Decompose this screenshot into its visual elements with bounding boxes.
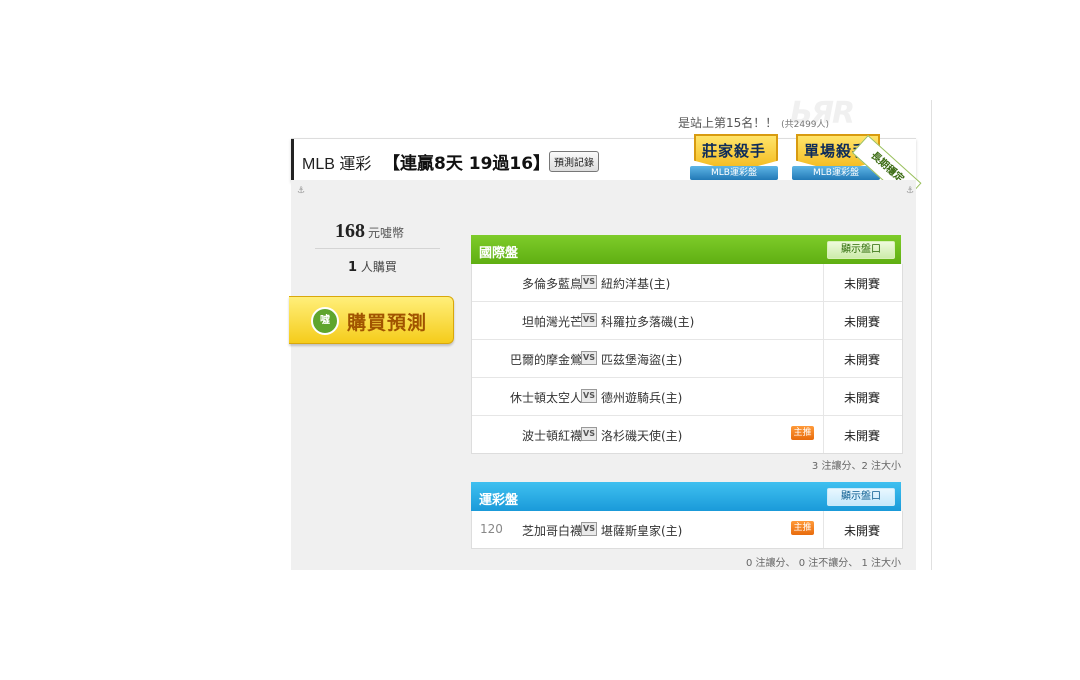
- rank-label: 是站上第15名！！: [678, 116, 778, 130]
- pin-icon: ⚓: [297, 186, 306, 196]
- badge-name: 莊家殺手: [701, 142, 766, 160]
- price-amount: 168: [335, 220, 365, 242]
- home-team: 堪薩斯皇家(主): [601, 524, 683, 538]
- home-team: 德州遊騎兵(主): [601, 391, 683, 405]
- featured-tag: 主推: [791, 426, 814, 440]
- table-row: 120 芝加哥白襪 VS 堪薩斯皇家(主) 主推 未開賽: [472, 511, 902, 548]
- header-accent: [291, 139, 294, 181]
- buyer-number: 1: [348, 260, 358, 275]
- vs-badge: VS: [581, 313, 597, 327]
- home-team: 洛杉磯天使(主): [601, 429, 683, 443]
- home-team: 紐約洋基(主): [601, 277, 671, 291]
- table-row: 多倫多藍鳥 VS 紐約洋基(主) 未開賽: [472, 264, 902, 301]
- away-team: 休士頓太空人: [509, 391, 582, 405]
- featured-tag: 主推: [791, 521, 814, 535]
- section-header-international: 國際盤 顯示盤口: [471, 235, 901, 264]
- buy-prediction-label: 購買預測: [347, 312, 428, 334]
- status-cell: 未開賽: [823, 264, 903, 301]
- coin-icon: 噓: [311, 307, 339, 335]
- table-row: 巴爾的摩金鶯 VS 匹茲堡海盜(主) 未開賽: [472, 339, 902, 377]
- away-team: 坦帕灣光芒: [521, 315, 582, 329]
- buyer-label: 人購買: [360, 260, 397, 274]
- away-team: 波士頓紅襪: [521, 429, 582, 443]
- away-team: 多倫多藍鳥: [521, 277, 582, 291]
- show-odds-button[interactable]: 顯示盤口: [827, 241, 895, 259]
- buyer-count: 1 人購買: [348, 258, 397, 275]
- table-row: 坦帕灣光芒 VS 科羅拉多落磯(主) 未開賽: [472, 301, 902, 339]
- price-unit: 元噓幣: [368, 226, 405, 240]
- game-status: 未開賽: [844, 277, 881, 291]
- away-team: 巴爾的摩金鶯: [509, 353, 582, 367]
- show-odds-button[interactable]: 顯示盤口: [827, 488, 895, 506]
- win-record: 【連贏8天 19過16】: [383, 154, 551, 174]
- away-team: 芝加哥白襪: [521, 524, 582, 538]
- table-row: 波士頓紅襪 VS 洛杉磯天使(主) 主推 未開賽: [472, 415, 902, 453]
- pin-icon: ⚓: [906, 186, 915, 196]
- price: 168 元噓幣: [335, 220, 415, 243]
- buy-prediction-button[interactable]: 噓 購買預測: [289, 296, 454, 344]
- rank-total: (共2499人): [781, 120, 830, 130]
- table-row: 休士頓太空人 VS 德州遊騎兵(主) 未開賽: [472, 377, 902, 415]
- status-cell: 未開賽: [823, 378, 903, 415]
- vs-badge: VS: [581, 427, 597, 441]
- vs-badge: VS: [581, 351, 597, 365]
- game-status: 未開賽: [844, 429, 881, 443]
- games-table-international: 多倫多藍鳥 VS 紐約洋基(主) 未開賽 坦帕灣光芒 VS 科羅拉多落磯(主) …: [471, 264, 903, 454]
- section-title: 國際盤: [479, 246, 519, 261]
- vs-badge: VS: [581, 275, 597, 289]
- lottery-summary: 0 注讓分、 0 注不讓分、 1 注大小: [746, 558, 901, 569]
- game-status: 未開賽: [844, 353, 881, 367]
- rank-text: 是站上第15名！！ (共2499人): [678, 114, 829, 131]
- home-team: 科羅拉多落磯(主): [601, 315, 695, 329]
- game-status: 未開賽: [844, 391, 881, 405]
- status-cell: 未開賽: [823, 302, 903, 339]
- status-cell: 未開賽: [823, 511, 903, 548]
- divider: [931, 100, 932, 570]
- vs-badge: VS: [581, 389, 597, 403]
- international-summary: 3 注讓分、2 注大小: [811, 461, 901, 472]
- status-cell: 未開賽: [823, 416, 903, 453]
- games-table-lottery: 120 芝加哥白襪 VS 堪薩斯皇家(主) 主推 未開賽: [471, 511, 903, 549]
- prediction-record-button[interactable]: 預測記錄: [549, 151, 599, 172]
- section-header-lottery: 運彩盤 顯示盤口: [471, 482, 901, 511]
- vs-badge: VS: [581, 522, 597, 536]
- game-status: 未開賽: [844, 524, 881, 538]
- badge-ribbon: MLB運彩盤: [792, 166, 880, 180]
- badge-ribbon: MLB運彩盤: [690, 166, 778, 180]
- badge-dealer-killer: 莊家殺手 MLB運彩盤: [690, 134, 778, 186]
- game-status: 未開賽: [844, 315, 881, 329]
- page-title: MLB 運彩: [302, 156, 372, 173]
- price-divider: [315, 248, 440, 249]
- status-cell: 未開賽: [823, 340, 903, 377]
- game-number: 120: [480, 522, 503, 536]
- home-team: 匹茲堡海盜(主): [601, 353, 683, 367]
- section-title: 運彩盤: [479, 493, 519, 508]
